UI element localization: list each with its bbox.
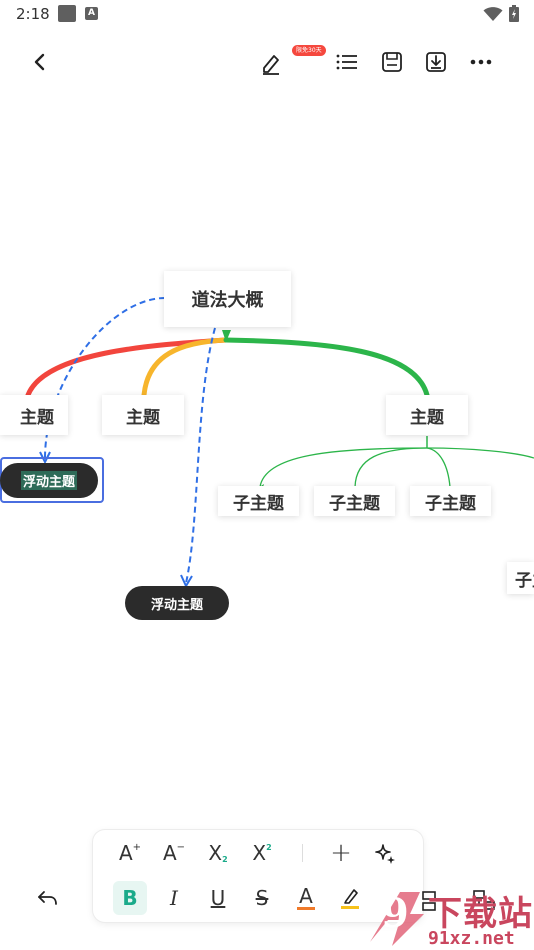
floating-topic-label: 浮动主题 xyxy=(150,597,203,613)
superscript-mark: 2 xyxy=(266,842,272,852)
superscript-label: X xyxy=(252,841,267,865)
site-watermark: 9 下载站 91xz.net xyxy=(362,884,534,950)
subscript-label: X xyxy=(208,841,223,865)
font-decrease-label: A xyxy=(162,841,177,865)
subtopic-node-2[interactable]: 子主题 xyxy=(314,486,395,516)
font-size-increase-button[interactable]: A + xyxy=(113,836,147,870)
italic-label: I xyxy=(170,886,178,910)
subscript-mark: 2 xyxy=(222,854,228,864)
strikethrough-button[interactable]: S xyxy=(245,881,279,915)
divider xyxy=(302,844,303,862)
topic-label: 主题 xyxy=(20,407,54,428)
subtopic-node-4[interactable]: 子主题 xyxy=(507,562,534,594)
add-button[interactable]: + xyxy=(324,836,358,870)
floating-topic-node-2[interactable]: 浮动主题 xyxy=(125,586,229,620)
font-size-decrease-button[interactable]: A − xyxy=(157,836,191,870)
italic-button[interactable]: I xyxy=(157,881,191,915)
superscript-button[interactable]: X2 xyxy=(245,836,279,870)
topic-node-3[interactable]: 主题 xyxy=(386,395,468,435)
subtopic-node-3[interactable]: 子主题 xyxy=(410,486,491,516)
sub-link-3 xyxy=(426,447,451,488)
subtopic-label: 子主题 xyxy=(515,570,534,591)
highlighter-icon xyxy=(344,889,358,904)
float-link-2 xyxy=(185,327,216,584)
strike-label: S xyxy=(255,886,269,910)
topic-node-1[interactable]: 主题 xyxy=(0,395,68,435)
sub-link-2 xyxy=(354,447,428,488)
ai-button[interactable] xyxy=(368,836,402,870)
sparkle-icon xyxy=(375,844,395,864)
root-topic-node[interactable]: 道法大概 xyxy=(164,271,291,327)
sub-link-4 xyxy=(426,447,534,459)
add-label: + xyxy=(330,838,352,868)
font-increase-label: A xyxy=(118,841,133,865)
sub-link-1 xyxy=(259,447,428,488)
minus-mark: − xyxy=(176,841,186,853)
bold-label: B xyxy=(122,886,138,910)
root-topic-label: 道法大概 xyxy=(191,290,264,311)
underline-button[interactable]: U xyxy=(201,881,235,915)
subtopic-node-1[interactable]: 子主题 xyxy=(218,486,299,516)
subtopic-label: 子主题 xyxy=(425,493,476,514)
plus-mark: + xyxy=(132,841,142,853)
floating-topic-node-1[interactable]: 浮动主题 xyxy=(0,463,98,498)
subtopic-label: 子主题 xyxy=(233,493,284,514)
undo-icon xyxy=(38,891,57,905)
subtopic-label: 子主题 xyxy=(329,493,380,514)
underline-label: U xyxy=(210,886,226,910)
floating-topic-label: 浮动主题 xyxy=(20,471,77,490)
undo-button[interactable] xyxy=(36,886,60,914)
bold-button[interactable]: B xyxy=(113,881,147,915)
branch-orange xyxy=(141,337,229,398)
topic-node-2[interactable]: 主题 xyxy=(102,395,184,435)
font-color-swatch xyxy=(297,907,315,910)
font-color-label: A xyxy=(299,884,313,908)
watermark-logo-char: 9 xyxy=(381,890,409,937)
branch-red xyxy=(25,337,229,398)
watermark-url: 91xz.net xyxy=(428,928,515,949)
branch-green xyxy=(223,337,430,398)
highlight-swatch xyxy=(341,906,359,909)
subscript-button[interactable]: X2 xyxy=(201,836,235,870)
font-color-button[interactable]: A xyxy=(289,881,323,915)
topic-label: 主题 xyxy=(126,407,160,428)
topic-label: 主题 xyxy=(410,407,444,428)
